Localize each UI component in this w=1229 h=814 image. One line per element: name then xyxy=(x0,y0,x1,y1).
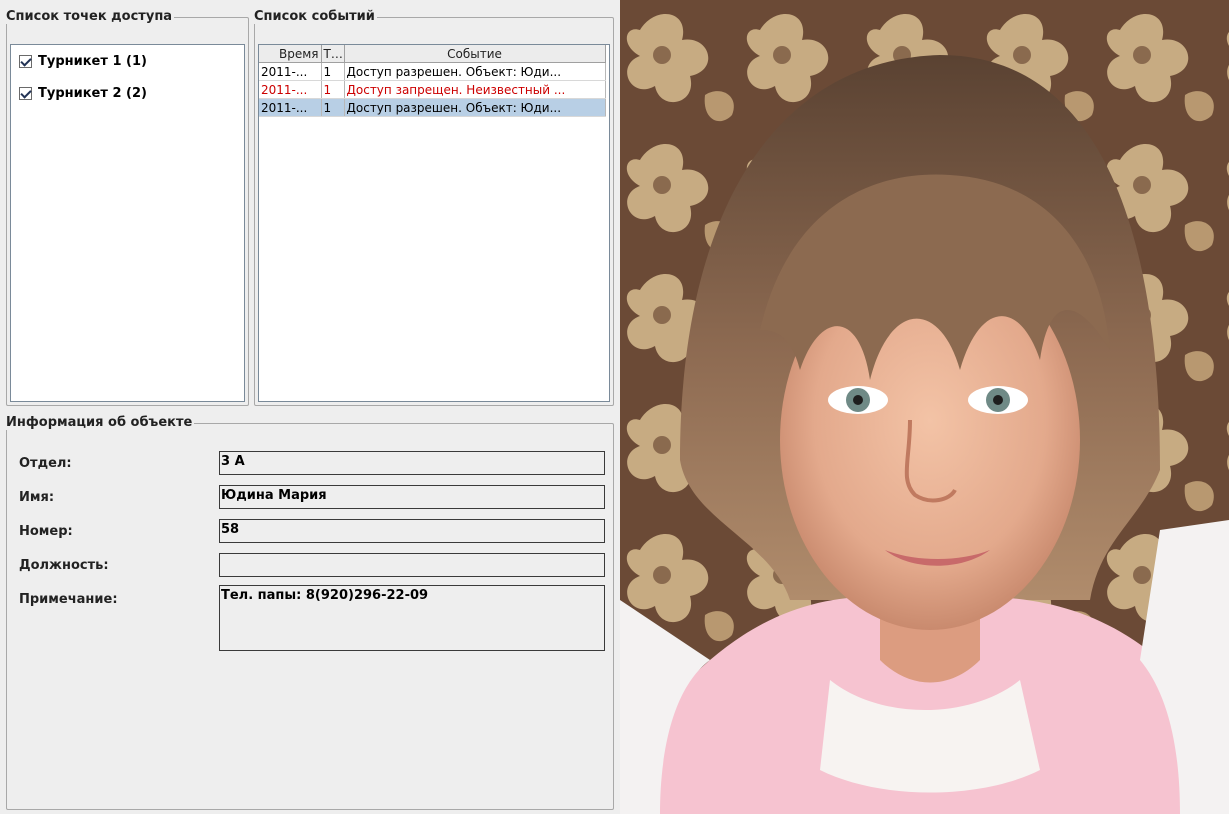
access-point-label: Турникет 2 (2) xyxy=(38,85,147,101)
access-point-item[interactable]: Турникет 1 (1) xyxy=(19,52,147,70)
department-field[interactable]: 3 А xyxy=(219,451,605,475)
object-info-title: Информация об объекте xyxy=(6,415,193,430)
access-points-list[interactable]: Турникет 1 (1) Турникет 2 (2) xyxy=(10,44,245,402)
cell-event: Доступ разрешен. Объект: Юди... xyxy=(344,62,606,81)
cell-event: Доступ запрещен. Неизвестный ... xyxy=(344,80,606,99)
note-field[interactable]: Тел. папы: 8(920)296-22-09 xyxy=(219,585,605,651)
cell-type: 1 xyxy=(321,80,345,99)
checkbox-checked-icon[interactable] xyxy=(19,54,32,68)
object-photo xyxy=(620,0,1229,814)
number-field[interactable]: 58 xyxy=(219,519,605,543)
events-table-container[interactable]: Время Т... Событие 2011-... 1 Доступ раз… xyxy=(258,44,610,402)
access-points-panel: Список точек доступа Турникет 1 (1) Турн… xyxy=(6,10,249,406)
position-field[interactable] xyxy=(219,553,605,577)
column-header-time[interactable]: Время xyxy=(259,45,322,63)
object-info-panel: Информация об объекте Отдел: 3 А Имя: Юд… xyxy=(6,416,614,810)
events-table: Время Т... Событие 2011-... 1 Доступ раз… xyxy=(259,45,606,117)
cell-time: 2011-... xyxy=(259,62,322,81)
events-panel: Список событий Время Т... Событие 2011-.… xyxy=(254,10,614,406)
cell-time: 2011-... xyxy=(259,98,322,117)
table-row[interactable]: 2011-... 1 Доступ запрещен. Неизвестный … xyxy=(259,80,606,99)
table-row[interactable]: 2011-... 1 Доступ разрешен. Объект: Юди.… xyxy=(259,98,606,117)
cell-event: Доступ разрешен. Объект: Юди... xyxy=(344,98,606,117)
cell-type: 1 xyxy=(321,98,345,117)
number-label: Номер: xyxy=(19,524,73,539)
name-label: Имя: xyxy=(19,490,55,505)
column-header-event[interactable]: Событие xyxy=(344,45,606,63)
column-header-type[interactable]: Т... xyxy=(321,45,345,63)
person-photo-illustration xyxy=(620,0,1229,814)
cell-type: 1 xyxy=(321,62,345,81)
note-label: Примечание: xyxy=(19,592,118,607)
department-label: Отдел: xyxy=(19,456,72,471)
position-label: Должность: xyxy=(19,558,109,573)
access-point-item[interactable]: Турникет 2 (2) xyxy=(19,84,147,102)
access-control-window: Список точек доступа Турникет 1 (1) Турн… xyxy=(0,0,620,814)
cell-time: 2011-... xyxy=(259,80,322,99)
access-point-label: Турникет 1 (1) xyxy=(38,53,147,69)
events-title: Список событий xyxy=(254,9,375,24)
table-row[interactable]: 2011-... 1 Доступ разрешен. Объект: Юди.… xyxy=(259,62,606,81)
checkbox-checked-icon[interactable] xyxy=(19,86,32,100)
name-field[interactable]: Юдина Мария xyxy=(219,485,605,509)
access-points-title: Список точек доступа xyxy=(6,9,173,24)
table-header-row: Время Т... Событие xyxy=(259,45,606,63)
